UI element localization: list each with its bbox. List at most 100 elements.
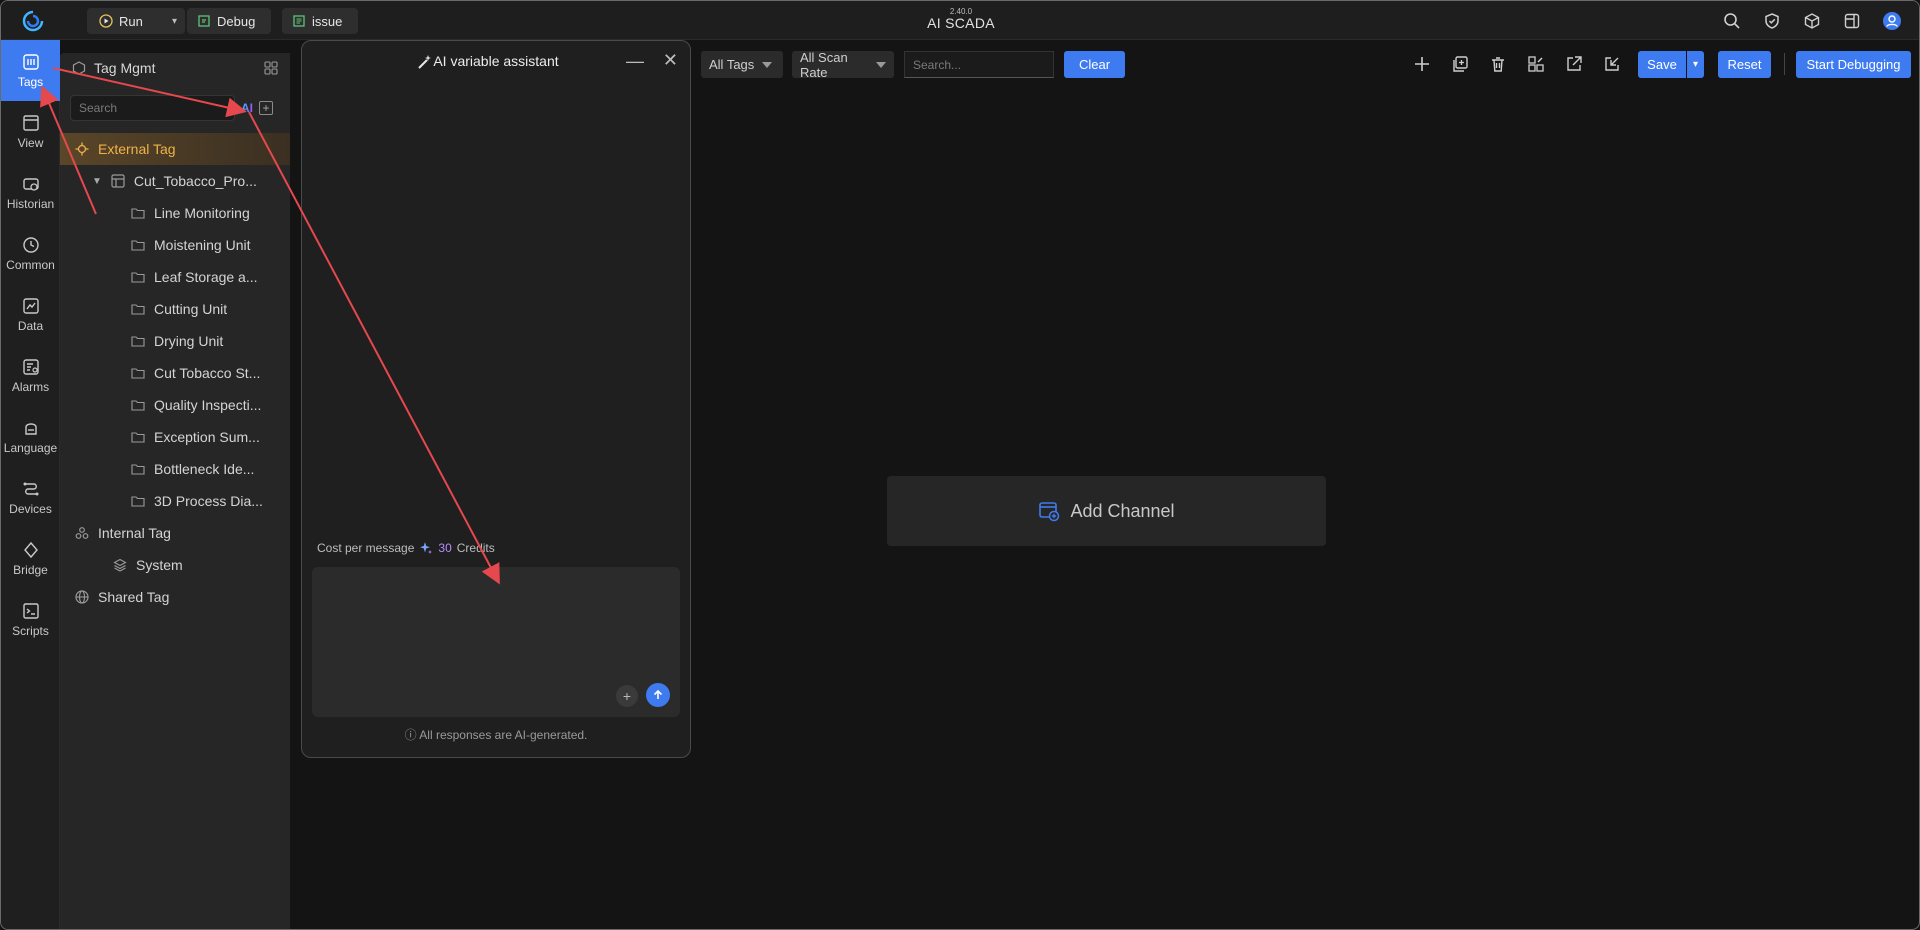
save-dropdown-chevron-icon[interactable]: ▾	[1687, 51, 1704, 78]
tree-node-folder[interactable]: Moistening Unit	[60, 229, 290, 261]
tree-node-folder[interactable]: Leaf Storage a...	[60, 261, 290, 293]
tree-node-label: Cut Tobacco St...	[154, 365, 261, 381]
minimize-icon[interactable]: —	[626, 51, 644, 72]
user-avatar-icon[interactable]	[1881, 10, 1903, 32]
rail-item-alarms[interactable]: Alarms	[1, 345, 60, 406]
tree-search-input[interactable]	[70, 95, 235, 121]
import-icon[interactable]	[1601, 53, 1623, 75]
search-icon[interactable]	[1721, 10, 1743, 32]
folder-icon	[130, 301, 146, 317]
tree-node-folder[interactable]: Quality Inspecti...	[60, 389, 290, 421]
grid-icon[interactable]	[264, 61, 278, 75]
external-tag-icon	[74, 141, 90, 157]
tree-node-shared-tag[interactable]: Shared Tag	[60, 581, 290, 613]
tree-node-folder[interactable]: 3D Process Dia...	[60, 485, 290, 517]
app-window: Run ▾ Debug issue 2.40.0 AI SCADA Tags V…	[0, 0, 1920, 930]
tree-node-folder[interactable]: Line Monitoring	[60, 197, 290, 229]
rail-label: Devices	[9, 501, 52, 516]
caret-down-icon[interactable]: ▼	[92, 176, 102, 187]
package-icon[interactable]	[1801, 10, 1823, 32]
top-bar: Run ▾ Debug issue 2.40.0 AI SCADA	[1, 1, 1919, 40]
layers-icon	[112, 557, 128, 573]
folder-icon	[130, 269, 146, 285]
folder-icon	[130, 365, 146, 381]
export-icon[interactable]	[1563, 53, 1585, 75]
cost-label: Cost per message	[317, 541, 415, 555]
delete-icon[interactable]	[1487, 53, 1509, 75]
folder-icon	[130, 493, 146, 509]
rail-item-data[interactable]: Data	[1, 284, 60, 345]
scan-rate-filter-dropdown[interactable]: All Scan Rate	[792, 50, 894, 80]
arrow-up-icon	[653, 689, 663, 699]
tree-node-group[interactable]: ▼ Cut_Tobacco_Pro...	[60, 165, 290, 197]
send-button[interactable]	[646, 683, 670, 707]
tree-node-folder[interactable]: Cutting Unit	[60, 293, 290, 325]
cost-unit: Credits	[456, 541, 495, 555]
tree-node-label: Bottleneck Ide...	[154, 461, 255, 477]
ai-disclaimer: ⓘ All responses are AI-generated.	[302, 726, 690, 743]
historian-icon	[22, 177, 39, 191]
tags-search-input[interactable]	[904, 51, 1054, 78]
tree-node-folder[interactable]: Cut Tobacco St...	[60, 357, 290, 389]
add-tag-icon[interactable]: +	[259, 101, 273, 115]
data-icon	[22, 297, 39, 314]
rail-label: Tags	[17, 74, 44, 89]
tree-node-folder[interactable]: Exception Sum...	[60, 421, 290, 453]
ai-assistant-button[interactable]: AI	[241, 101, 253, 115]
caret-down-icon	[762, 61, 773, 68]
view-icon	[22, 114, 39, 131]
rail-label: Scripts	[12, 623, 49, 638]
attach-plus-button[interactable]: +	[616, 685, 638, 707]
rail-item-historian[interactable]: Historian	[1, 162, 60, 223]
info-icon: ⓘ	[404, 728, 417, 742]
tree-node-external-tag[interactable]: External Tag	[60, 133, 290, 165]
folder-icon	[130, 333, 146, 349]
save-button[interactable]: Save	[1638, 51, 1686, 78]
add-channel-button[interactable]: Add Channel	[887, 476, 1326, 546]
tree-node-label: Moistening Unit	[154, 237, 251, 253]
tree-node-folder[interactable]: Drying Unit	[60, 325, 290, 357]
tree-node-label: 3D Process Dia...	[154, 493, 263, 509]
start-debugging-button[interactable]: Start Debugging	[1796, 51, 1911, 78]
tags-filter-dropdown[interactable]: All Tags	[701, 51, 783, 78]
shield-icon[interactable]	[1761, 10, 1783, 32]
rail-item-devices[interactable]: Devices	[1, 467, 60, 528]
folder-icon	[130, 397, 146, 413]
tree-list: External Tag ▼ Cut_Tobacco_Pro... Line M…	[60, 133, 290, 613]
add-channel-label: Add Channel	[1070, 500, 1175, 521]
tree-node-internal-tag[interactable]: Internal Tag	[60, 517, 290, 549]
folder-icon	[130, 461, 146, 477]
tree-header: Tag Mgmt	[60, 53, 290, 83]
layout-icon[interactable]	[1841, 10, 1863, 32]
rail-label: Common	[6, 257, 55, 272]
action-toolbar	[1411, 53, 1623, 75]
tags-icon	[22, 53, 39, 70]
tree-node-system[interactable]: System	[60, 549, 290, 581]
devices-icon	[23, 482, 38, 495]
folder-icon	[130, 205, 146, 221]
tree-node-label: Leaf Storage a...	[154, 269, 258, 285]
folder-icon	[130, 429, 146, 445]
tree-node-folder[interactable]: Bottleneck Ide...	[60, 453, 290, 485]
close-icon[interactable]: ✕	[663, 50, 678, 71]
ai-assistant-panel: AI variable assistant — ✕ Cost per messa…	[301, 40, 691, 758]
rail-item-language[interactable]: Language	[1, 406, 60, 467]
caret-down-icon	[876, 61, 886, 68]
globe-icon	[74, 589, 90, 605]
group-icon	[110, 173, 126, 189]
rail-item-scripts[interactable]: Scripts	[1, 589, 60, 650]
duplicate-icon[interactable]	[1449, 53, 1471, 75]
batch-edit-icon[interactable]	[1525, 53, 1547, 75]
rail-item-view[interactable]: View	[1, 101, 60, 162]
clear-button[interactable]: Clear	[1064, 51, 1125, 78]
add-icon[interactable]	[1411, 53, 1433, 75]
reset-button[interactable]: Reset	[1718, 51, 1771, 78]
rail-item-tags[interactable]: Tags	[1, 40, 60, 101]
tree-node-label: Exception Sum...	[154, 429, 260, 445]
ai-message-input[interactable]: +	[312, 567, 680, 717]
tree-node-label: Quality Inspecti...	[154, 397, 262, 413]
rail-item-common[interactable]: Common	[1, 223, 60, 284]
folder-icon	[130, 237, 146, 253]
rail-item-bridge[interactable]: Bridge	[1, 528, 60, 589]
cost-value: 30	[438, 541, 452, 555]
